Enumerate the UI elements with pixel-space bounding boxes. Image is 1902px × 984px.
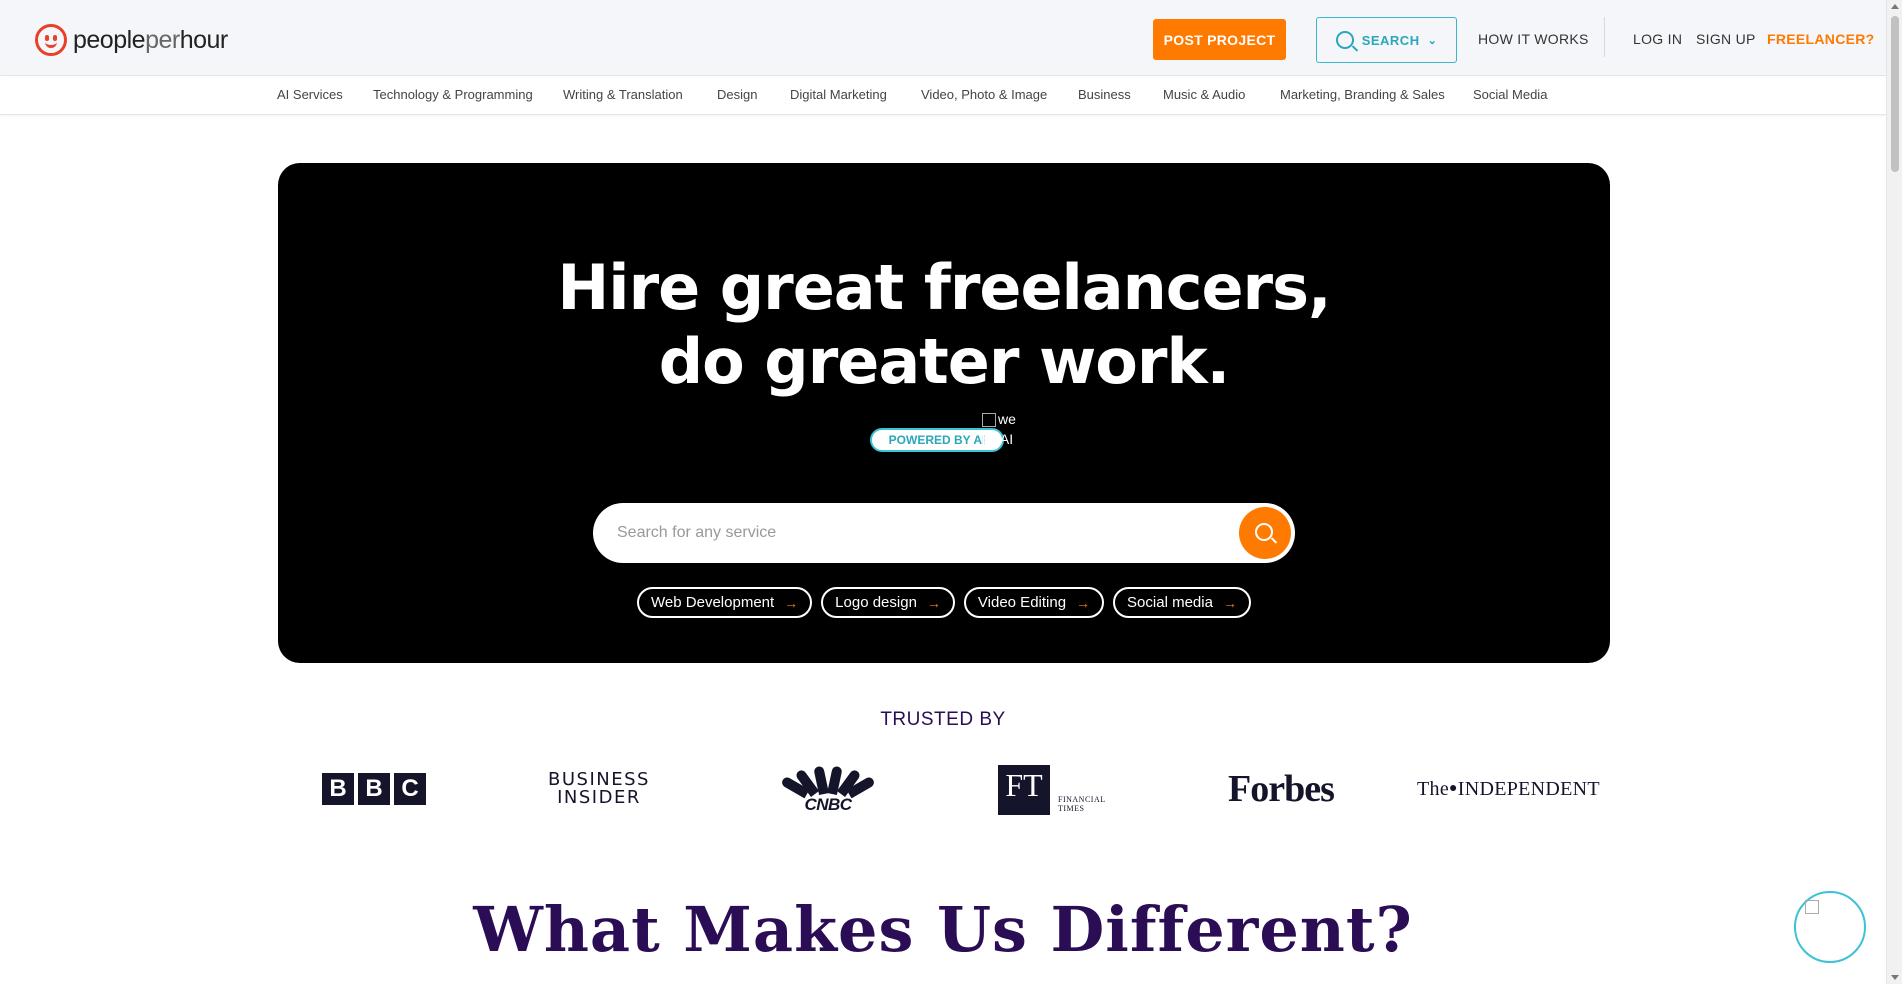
category-digital-marketing[interactable]: Digital Marketing xyxy=(790,87,887,102)
broken-image-icon xyxy=(982,413,996,428)
hero-banner: Hire great freelancers, do greater work.… xyxy=(278,163,1610,663)
hero-title: Hire great freelancers, do greater work. xyxy=(278,251,1610,399)
category-marketing-branding-sales[interactable]: Marketing, Branding & Sales xyxy=(1280,87,1445,102)
search-icon xyxy=(1335,31,1354,49)
business-insider-logo: BUSINESS INSIDER xyxy=(548,769,650,808)
cnbc-logo: CNBC xyxy=(780,763,876,815)
search-button-label: SEARCH xyxy=(1361,32,1420,48)
scroll-down-arrow-icon[interactable] xyxy=(1891,975,1899,980)
arrow-right-icon: → xyxy=(1222,594,1237,611)
financial-times-logo: FT FINANCIAL TIMES xyxy=(998,763,1106,815)
category-social-media[interactable]: Social Media xyxy=(1473,87,1547,102)
search-dropdown-button[interactable]: SEARCH ⌄ xyxy=(1316,17,1457,63)
hero-title-line1: Hire great freelancers, xyxy=(557,251,1331,324)
category-technology-programming[interactable]: Technology & Programming xyxy=(373,87,533,102)
logo-wordmark: peopleperhour xyxy=(73,25,228,54)
sign-up-link[interactable]: SIGN UP xyxy=(1696,31,1756,47)
page-scrollbar[interactable] xyxy=(1886,0,1902,984)
search-icon xyxy=(1255,523,1273,541)
hero-title-line2: do greater work. xyxy=(658,325,1230,398)
cnbc-peacock-icon xyxy=(780,764,876,798)
category-music-audio[interactable]: Music & Audio xyxy=(1163,87,1245,102)
chat-widget-button[interactable] xyxy=(1794,891,1866,963)
category-video-photo-image[interactable]: Video, Photo & Image xyxy=(921,87,1047,102)
category-nav: AI Services Technology & Programming Wri… xyxy=(0,77,1886,115)
site-header: peopleperhour POST PROJECT SEARCH ⌄ HOW … xyxy=(0,0,1886,76)
arrow-right-icon: → xyxy=(1076,594,1091,611)
log-in-link[interactable]: LOG IN xyxy=(1633,31,1682,47)
freelancer-link[interactable]: FREELANCER? xyxy=(1767,31,1875,47)
category-business[interactable]: Business xyxy=(1078,87,1131,102)
scroll-thumb[interactable] xyxy=(1891,16,1899,172)
chip-web-development[interactable]: Web Development → xyxy=(637,587,813,618)
chip-logo-design[interactable]: Logo design → xyxy=(821,587,955,618)
peopleperhour-logo[interactable]: peopleperhour xyxy=(35,24,228,56)
search-submit-button[interactable] xyxy=(1239,507,1291,559)
post-project-button[interactable]: POST PROJECT xyxy=(1153,19,1286,60)
trusted-by-heading: TRUSTED BY xyxy=(880,709,1006,730)
scroll-up-arrow-icon[interactable] xyxy=(1891,4,1899,9)
category-writing-translation[interactable]: Writing & Translation xyxy=(563,87,683,102)
the-independent-logo: The ● INDEPENDENT xyxy=(1417,777,1600,800)
section-title: What Makes Us Different? xyxy=(473,893,1413,966)
bbc-logo: BBC xyxy=(322,763,426,815)
arrow-right-icon: → xyxy=(784,594,799,611)
service-search-bar xyxy=(593,503,1295,563)
header-divider xyxy=(1604,17,1605,57)
how-it-works-link[interactable]: HOW IT WORKS xyxy=(1478,31,1589,47)
category-ai-services[interactable]: AI Services xyxy=(277,87,343,102)
chip-video-editing[interactable]: Video Editing → xyxy=(963,587,1105,618)
forbes-logo: Forbes xyxy=(1228,768,1335,810)
smiley-logo-icon xyxy=(35,24,67,56)
chevron-down-icon: ⌄ xyxy=(1427,34,1438,47)
eagle-icon: ● xyxy=(1449,781,1458,796)
popular-searches: Web Development → Logo design → Video Edit… xyxy=(278,587,1610,618)
chip-social-media[interactable]: Social media → xyxy=(1113,587,1251,618)
arrow-right-icon: → xyxy=(926,594,941,611)
service-search-input[interactable] xyxy=(617,503,1217,563)
category-design[interactable]: Design xyxy=(717,87,757,102)
broken-image-placeholder: we by AI xyxy=(982,411,1016,447)
broken-image-icon xyxy=(1805,900,1819,914)
